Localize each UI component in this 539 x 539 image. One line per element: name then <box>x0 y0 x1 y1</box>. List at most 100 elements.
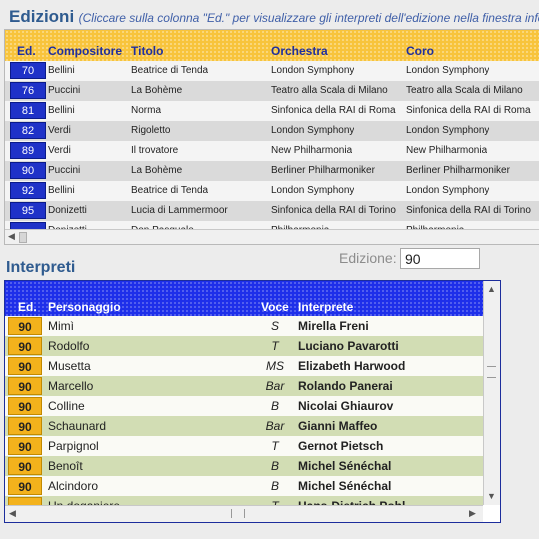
col-header-coro[interactable]: Coro <box>406 44 434 58</box>
interpreti-title: Interpreti <box>6 259 76 276</box>
voce-cell: Bar <box>265 419 285 433</box>
interprete-cell: Michel Sénéchal <box>298 479 392 493</box>
ed-cell[interactable]: 90 <box>8 477 42 495</box>
ed-cell[interactable]: 70 <box>10 62 46 79</box>
personaggio-cell: Mimì <box>48 319 74 333</box>
voce-cell: T <box>271 339 279 353</box>
interprete-row[interactable]: 90 Schaunard Bar Gianni Maffeo <box>5 416 483 436</box>
interprete-row[interactable]: 90 Musetta MS Elizabeth Harwood <box>5 356 483 376</box>
interprete-cell: Nicolai Ghiaurov <box>298 399 394 413</box>
col-header-voce[interactable]: Voce <box>261 300 289 314</box>
edizione-input[interactable] <box>400 248 480 269</box>
orchestra-cell: Sinfonica della RAI di Roma <box>271 105 396 116</box>
edizione-row[interactable]: 95 Donizetti Lucia di Lammermoor Sinfoni… <box>5 201 539 221</box>
scroll-down-arrow-icon[interactable]: ▼ <box>487 491 496 501</box>
col-header-personaggio[interactable]: Personaggio <box>48 300 121 314</box>
personaggio-cell: Colline <box>48 399 85 413</box>
compositore-cell: Verdi <box>48 145 71 156</box>
ed-cell[interactable]: 95 <box>10 202 46 219</box>
personaggio-cell: Alcindoro <box>48 479 99 493</box>
interprete-cell: Gernot Pietsch <box>298 439 384 453</box>
edizione-row[interactable]: 70 Bellini Beatrice di Tenda London Symp… <box>5 61 539 81</box>
interpreti-vertical-scrollbar[interactable]: ▲ ▼ <box>483 281 500 505</box>
orchestra-cell: Berliner Philharmoniker <box>271 165 375 176</box>
personaggio-cell: Musetta <box>48 359 91 373</box>
orchestra-cell: Teatro alla Scala di Milano <box>271 85 388 96</box>
voce-cell: B <box>270 479 279 493</box>
voce-cell: MS <box>266 359 284 373</box>
ed-cell[interactable]: 90 <box>8 377 42 395</box>
coro-cell: Berliner Philharmoniker <box>406 165 510 176</box>
voce-cell: Bar <box>265 379 285 393</box>
ed-cell[interactable]: 90 <box>8 357 42 375</box>
col-header-titolo[interactable]: Titolo <box>131 44 163 58</box>
edizione-row[interactable]: 81 Bellini Norma Sinfonica della RAI di … <box>5 101 539 121</box>
interpreti-grid: Ed. Personaggio Voce Interprete 90 Mimì … <box>4 280 501 523</box>
interprete-row[interactable]: 90 Mimì S Mirella Freni <box>5 316 483 336</box>
voce-cell: S <box>270 319 279 333</box>
ed-cell[interactable]: 90 <box>8 397 42 415</box>
scroll-left-arrow-icon[interactable]: ◀ <box>8 231 15 242</box>
coro-cell: Teatro alla Scala di Milano <box>406 85 523 96</box>
ed-cell[interactable]: 90 <box>8 417 42 435</box>
ed-cell[interactable]: 82 <box>10 122 46 139</box>
compositore-cell: Puccini <box>48 165 81 176</box>
col-header-compositore[interactable]: Compositore <box>48 44 122 58</box>
coro-cell: London Symphony <box>406 125 490 136</box>
col-header-interprete[interactable]: Interprete <box>298 300 353 314</box>
ed-cell[interactable]: 90 <box>8 337 42 355</box>
edizione-row[interactable]: 92 Bellini Beatrice di Tenda London Symp… <box>5 181 539 201</box>
edizione-row[interactable]: 76 Puccini La Bohème Teatro alla Scala d… <box>5 81 539 101</box>
interprete-row[interactable]: 90 Parpignol T Gernot Pietsch <box>5 436 483 456</box>
ed-cell[interactable]: 76 <box>10 82 46 99</box>
interprete-row[interactable]: 90 Marcello Bar Rolando Panerai <box>5 376 483 396</box>
personaggio-cell: Schaunard <box>48 419 107 433</box>
ed-cell[interactable]: 81 <box>10 102 46 119</box>
coro-cell: New Philharmonia <box>406 145 488 156</box>
edizione-row[interactable]: 82 Verdi Rigoletto London Symphony Londo… <box>5 121 539 141</box>
scrollbar-thumb[interactable] <box>19 232 27 243</box>
interpreti-horizontal-scrollbar[interactable]: ◀ ▶ <box>5 505 483 522</box>
interprete-cell: Mirella Freni <box>298 319 369 333</box>
edizione-row[interactable]: 89 Verdi Il trovatore New Philharmonia N… <box>5 141 539 161</box>
titolo-cell: Beatrice di Tenda <box>131 185 209 196</box>
edizioni-horizontal-scrollbar[interactable]: ◀ <box>5 229 539 244</box>
coro-cell: London Symphony <box>406 65 490 76</box>
interprete-row[interactable]: 90 Colline B Nicolai Ghiaurov <box>5 396 483 416</box>
coro-cell: London Symphony <box>406 185 490 196</box>
personaggio-cell: Parpignol <box>48 439 99 453</box>
interprete-cell: Elizabeth Harwood <box>298 359 406 373</box>
edizioni-title: Edizioni <box>9 7 75 26</box>
ed-cell[interactable]: 89 <box>10 142 46 159</box>
scrollbar-thumb[interactable] <box>231 509 245 518</box>
interprete-row[interactable]: 90 Alcindoro B Michel Sénéchal <box>5 476 483 496</box>
interprete-row[interactable]: 90 Rodolfo T Luciano Pavarotti <box>5 336 483 356</box>
interprete-cell: Luciano Pavarotti <box>298 339 399 353</box>
col-header-ed[interactable]: Ed. <box>17 44 36 58</box>
personaggio-cell: Marcello <box>48 379 94 393</box>
edizioni-header: Ed. Compositore Titolo Orchestra Coro <box>5 30 539 62</box>
ed-cell[interactable]: 90 <box>8 457 42 475</box>
ed-cell[interactable]: 90 <box>8 317 42 335</box>
ed-cell[interactable]: 90 <box>10 162 46 179</box>
ed-cell[interactable]: 90 <box>8 437 42 455</box>
orchestra-cell: London Symphony <box>271 185 355 196</box>
edizione-row[interactable]: 90 Puccini La Bohème Berliner Philharmon… <box>5 161 539 181</box>
interprete-row[interactable]: 90 Benoît B Michel Sénéchal <box>5 456 483 476</box>
titolo-cell: Rigoletto <box>131 125 171 136</box>
scroll-left-arrow-icon[interactable]: ◀ <box>9 508 16 519</box>
edizioni-title-row: Edizioni (Cliccare sulla colonna "Ed." p… <box>9 7 539 27</box>
titolo-cell: La Bohème <box>131 165 183 176</box>
col-header-ed[interactable]: Ed. <box>18 300 37 314</box>
compositore-cell: Puccini <box>48 85 81 96</box>
scroll-right-arrow-icon[interactable]: ▶ <box>469 508 476 519</box>
compositore-cell: Bellini <box>48 65 75 76</box>
personaggio-cell: Benoît <box>48 459 83 473</box>
scroll-up-arrow-icon[interactable]: ▲ <box>487 284 496 294</box>
edizioni-instruction: (Cliccare sulla colonna "Ed." per visual… <box>78 11 539 25</box>
scrollbar-thumb[interactable] <box>487 366 496 378</box>
ed-cell[interactable]: 92 <box>10 182 46 199</box>
col-header-orchestra[interactable]: Orchestra <box>271 44 328 58</box>
titolo-cell: La Bohème <box>131 85 183 96</box>
compositore-cell: Bellini <box>48 185 75 196</box>
